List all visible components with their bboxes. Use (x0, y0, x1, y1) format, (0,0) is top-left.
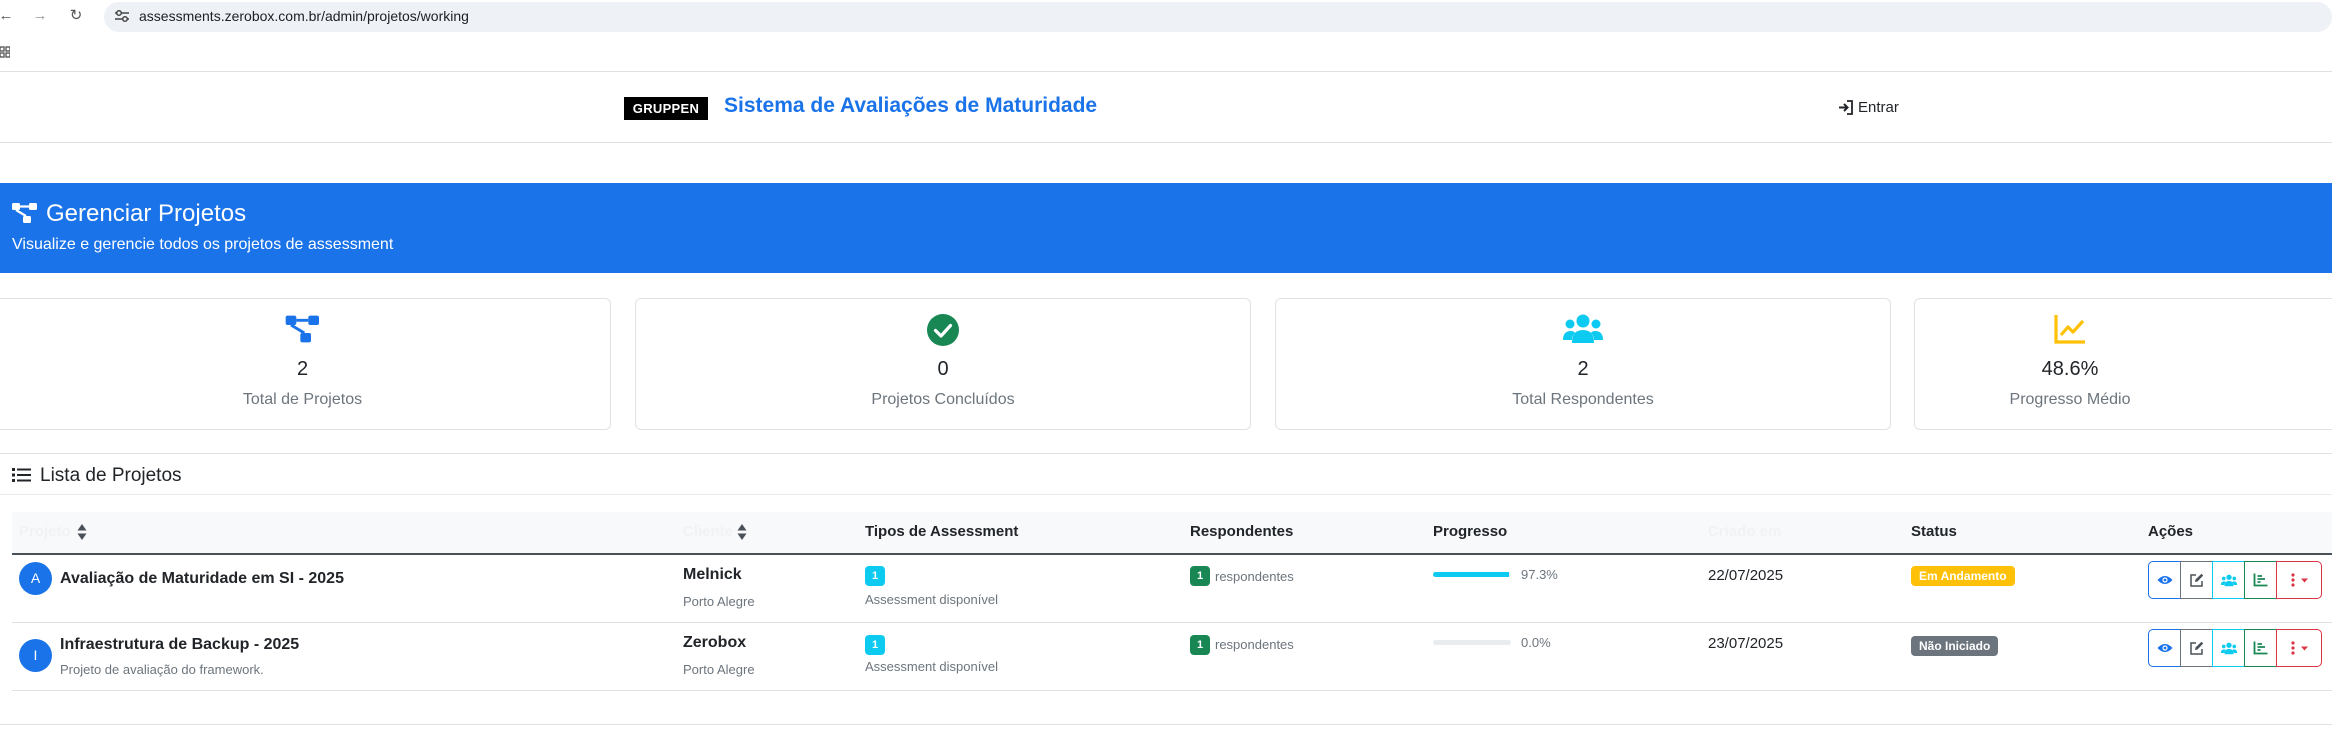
client-name: Zerobox (683, 634, 747, 651)
view-button[interactable] (2148, 629, 2181, 667)
row-actions (2148, 561, 2322, 599)
respondents-button[interactable] (2212, 629, 2245, 667)
site-settings-icon[interactable] (114, 9, 130, 23)
progress-bar (1433, 572, 1511, 577)
section-divider (0, 453, 2332, 454)
check-circle-icon (927, 314, 959, 346)
users-icon (2220, 574, 2237, 586)
progress-fill (1433, 572, 1509, 577)
progress-text: 97.3% (1521, 567, 1558, 582)
row-actions (2148, 629, 2322, 667)
more-actions-button[interactable] (2276, 629, 2322, 667)
stat-label: Total Respondentes (1512, 391, 1654, 408)
table-header (12, 512, 2332, 555)
login-label: Entrar (1858, 99, 1899, 116)
project-diagram-icon (285, 315, 319, 343)
edit-icon (2190, 641, 2204, 655)
edit-icon (2190, 573, 2204, 587)
column-header-created[interactable]: Criado em (1708, 523, 1781, 540)
respondents-text: respondentes (1215, 637, 1294, 652)
progress-text: 0.0% (1521, 635, 1551, 650)
sign-in-icon (1839, 100, 1853, 115)
created-date: 22/07/2025 (1708, 567, 1784, 584)
app-title[interactable]: Sistema de Avaliações de Maturidade (724, 94, 1097, 118)
login-link[interactable]: Entrar (1838, 99, 1899, 116)
apps-icon[interactable] (0, 46, 10, 58)
chart-line-icon (2054, 315, 2085, 344)
respondents-count-badge: 1 (1190, 566, 1210, 586)
avatar: A (19, 562, 52, 595)
column-header-client[interactable]: Cliente (683, 523, 733, 540)
sort-icon[interactable] (77, 523, 87, 541)
stat-label: Progresso Médio (2009, 391, 2131, 408)
report-button[interactable] (2244, 561, 2277, 599)
sort-icon[interactable] (737, 523, 747, 541)
eye-icon (2157, 576, 2172, 584)
stat-label: Total de Projetos (242, 391, 363, 408)
respondents-count-badge: 1 (1190, 635, 1210, 655)
stat-label: Projetos Concluídos (871, 391, 1015, 408)
view-button[interactable] (2148, 561, 2181, 599)
assessment-count-badge: 1 (865, 566, 885, 586)
project-name[interactable]: Avaliação de Maturidade em SI - 2025 (60, 570, 344, 588)
assessment-types-text: Assessment disponível (865, 659, 998, 674)
respondents-button[interactable] (2212, 561, 2245, 599)
project-name[interactable]: Infraestrutura de Backup - 2025 (60, 636, 299, 654)
hero-banner (0, 183, 2332, 273)
list-title: Lista de Projetos (40, 465, 182, 486)
stat-value: 2 (296, 358, 309, 380)
stat-value: 2 (1577, 358, 1589, 380)
project-description: Projeto de avaliação do framework. (60, 662, 264, 677)
client-city: Porto Alegre (683, 594, 755, 609)
more-actions-button[interactable] (2276, 561, 2322, 599)
status-badge: Não Iniciado (1911, 636, 1999, 656)
created-date: 23/07/2025 (1708, 635, 1784, 652)
client-city: Porto Alegre (683, 662, 755, 677)
column-header-progress: Progresso (1433, 523, 1508, 540)
chart-icon (2253, 641, 2268, 655)
reload-icon[interactable]: ↻ (66, 6, 86, 26)
edit-button[interactable] (2180, 561, 2213, 599)
section-divider (0, 494, 2332, 495)
stat-card-total-projects: 2 Total de Projetos (0, 298, 611, 430)
column-header-types: Tipos de Assessment (865, 523, 1019, 540)
url-text[interactable]: assessments.zerobox.com.br/admin/projeto… (139, 8, 469, 24)
respondents-text: respondentes (1215, 569, 1294, 584)
stat-card-completed-projects: 0 Projetos Concluídos (635, 298, 1251, 430)
report-button[interactable] (2244, 629, 2277, 667)
stat-value: 0 (937, 358, 949, 380)
section-divider (0, 724, 2332, 725)
chart-icon (2253, 573, 2268, 587)
list-icon (12, 468, 31, 482)
forward-icon[interactable]: → (30, 6, 50, 26)
users-icon (2220, 642, 2237, 654)
brand-logo[interactable]: GRUPPEN (624, 97, 708, 120)
page-title: Gerenciar Projetos (46, 200, 247, 227)
column-header-status: Status (1911, 523, 1957, 540)
row-divider (12, 690, 2332, 691)
column-header-project[interactable]: Projeto (19, 523, 71, 540)
project-diagram-icon (12, 203, 37, 223)
back-icon[interactable]: ← (0, 6, 16, 26)
row-divider (12, 622, 2332, 623)
more-icon (2291, 641, 2308, 655)
stat-value: 48.6% (2041, 358, 2099, 380)
stat-card-total-respondents: 2 Total Respondentes (1275, 298, 1891, 430)
assessment-types-text: Assessment disponível (865, 592, 998, 607)
status-badge: Em Andamento (1911, 566, 2015, 586)
users-icon (1563, 314, 1603, 343)
edit-button[interactable] (2180, 629, 2213, 667)
stat-card-average-progress: 48.6% Progresso Médio (1914, 298, 2332, 430)
app-header (0, 73, 2332, 143)
client-name: Melnick (683, 566, 742, 583)
column-header-actions: Ações (2148, 523, 2194, 540)
page-subtitle: Visualize e gerencie todos os projetos d… (12, 236, 394, 253)
bookmarks-bar (0, 34, 2332, 72)
eye-icon (2157, 644, 2172, 652)
assessment-count-badge: 1 (865, 635, 885, 655)
progress-bar (1433, 640, 1511, 645)
avatar: I (19, 639, 52, 672)
column-header-respondents: Respondentes (1190, 523, 1294, 540)
more-icon (2291, 573, 2308, 587)
